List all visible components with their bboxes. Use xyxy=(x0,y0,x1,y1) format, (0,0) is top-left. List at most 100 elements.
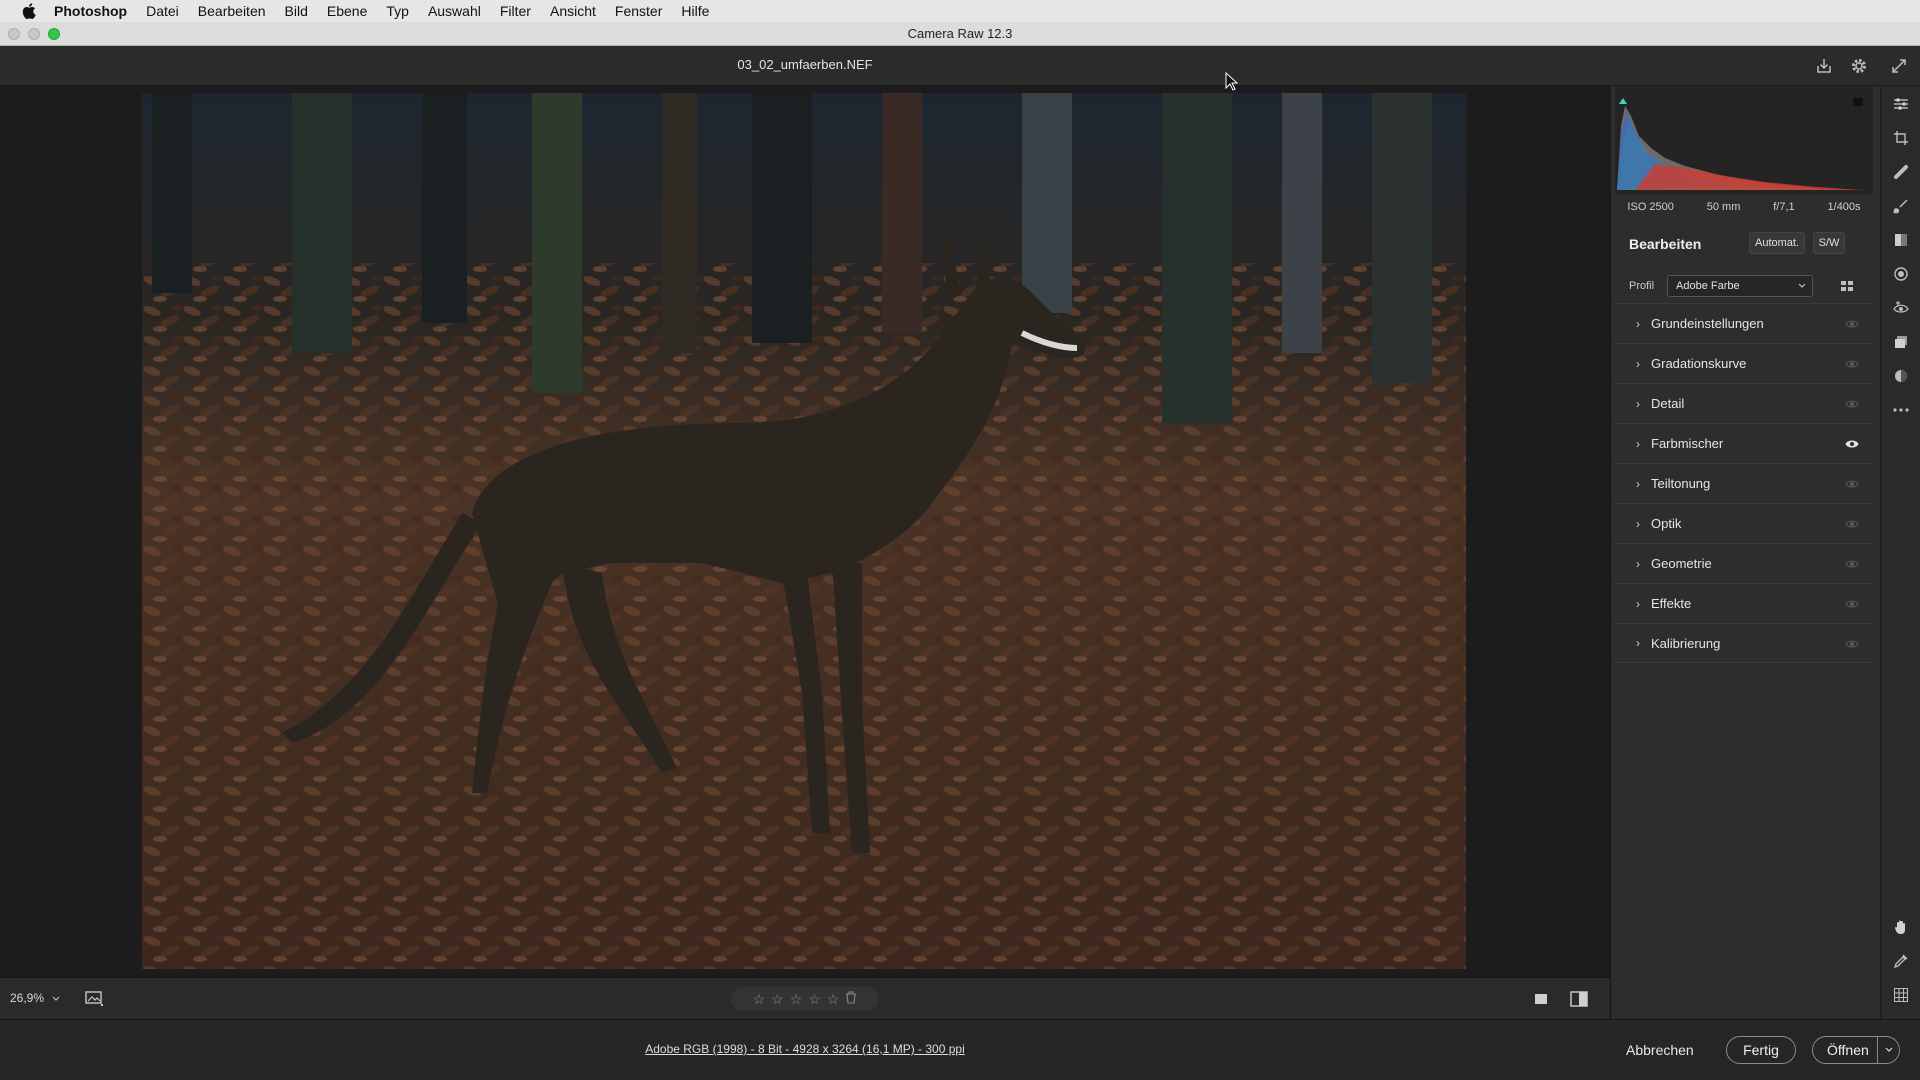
workflow-options-link[interactable]: Adobe RGB (1998) - 8 Bit - 4928 x 3264 (… xyxy=(0,1042,1610,1056)
fullscreen-window-button[interactable] xyxy=(48,28,60,40)
gear-icon[interactable] xyxy=(1848,55,1870,77)
close-window-button[interactable] xyxy=(8,28,20,40)
menu-fenster[interactable]: Fenster xyxy=(615,3,662,19)
section-label: Teiltonung xyxy=(1651,476,1711,491)
healing-icon[interactable] xyxy=(1890,161,1912,183)
section-detail[interactable]: › Detail xyxy=(1615,383,1873,423)
section-kalibrierung[interactable]: › Kalibrierung xyxy=(1615,623,1873,663)
eye-icon[interactable] xyxy=(1845,357,1859,372)
profile-label: Profil xyxy=(1629,280,1655,292)
star-icon[interactable]: ☆ xyxy=(753,991,766,1008)
mouse-cursor-icon xyxy=(1225,71,1239,97)
radial-icon[interactable] xyxy=(1890,263,1912,285)
menu-auswahl[interactable]: Auswahl xyxy=(428,3,481,19)
panel-sections: › Grundeinstellungen › Gradationskurve ›… xyxy=(1615,303,1873,663)
snapshots-icon[interactable] xyxy=(1890,331,1912,353)
viewer-toolbar: 26,9% ☆ ☆ ☆ ☆ ☆ xyxy=(0,977,1610,1019)
shadow-clipping-icon xyxy=(1619,98,1627,104)
eye-icon[interactable] xyxy=(1845,397,1859,412)
chevron-right-icon: › xyxy=(1636,316,1640,331)
chevron-down-icon xyxy=(52,991,60,1005)
chevron-down-icon[interactable] xyxy=(1877,1037,1899,1063)
auto-button[interactable]: Automat. xyxy=(1749,232,1805,254)
image-viewer[interactable] xyxy=(0,86,1610,977)
cancel-button[interactable]: Abbrechen xyxy=(1626,1042,1694,1058)
filmstrip-toggle-icon[interactable] xyxy=(84,988,106,1010)
star-icon[interactable]: ☆ xyxy=(827,991,840,1008)
eyedropper-icon[interactable] xyxy=(1890,950,1912,972)
menu-ansicht[interactable]: Ansicht xyxy=(550,3,596,19)
menu-bild[interactable]: Bild xyxy=(285,3,308,19)
open-button[interactable]: Öffnen xyxy=(1812,1036,1900,1064)
menu-app-name[interactable]: Photoshop xyxy=(54,3,127,19)
single-view-icon[interactable] xyxy=(1530,988,1552,1010)
star-icon[interactable]: ☆ xyxy=(790,991,803,1008)
eye-icon[interactable] xyxy=(1845,637,1859,652)
eye-icon[interactable] xyxy=(1845,317,1859,332)
presets-icon[interactable] xyxy=(1890,365,1912,387)
chevron-right-icon: › xyxy=(1636,636,1640,650)
gradient-icon[interactable] xyxy=(1890,229,1912,251)
profile-row: Profil Adobe Farbe xyxy=(1611,272,1877,302)
edit-panel-title: Bearbeiten xyxy=(1629,236,1702,252)
eye-icon[interactable] xyxy=(1845,517,1859,532)
brush-icon[interactable] xyxy=(1890,195,1912,217)
menu-ebene[interactable]: Ebene xyxy=(327,3,367,19)
before-after-icon[interactable] xyxy=(1568,988,1590,1010)
star-rating[interactable]: ☆ ☆ ☆ ☆ ☆ xyxy=(731,987,879,1011)
more-icon[interactable] xyxy=(1890,399,1912,421)
chevron-right-icon: › xyxy=(1636,356,1640,371)
section-teiltonung[interactable]: › Teiltonung xyxy=(1615,463,1873,503)
exif-focal-length: 50 mm xyxy=(1706,201,1741,213)
section-label: Kalibrierung xyxy=(1651,635,1721,651)
eye-icon[interactable] xyxy=(1845,597,1859,612)
menu-typ[interactable]: Typ xyxy=(386,3,409,19)
star-icon[interactable]: ☆ xyxy=(808,991,821,1008)
chevron-right-icon: › xyxy=(1636,596,1640,611)
menu-bearbeiten[interactable]: Bearbeiten xyxy=(198,3,266,19)
edit-panel: ISO 2500 50 mm f/7,1 1/400s Bearbeiten A… xyxy=(1610,86,1880,1019)
trash-icon[interactable] xyxy=(845,991,857,1007)
section-label: Farbmischer xyxy=(1651,436,1724,451)
minimize-window-button[interactable] xyxy=(28,28,40,40)
grid-icon[interactable] xyxy=(1890,984,1912,1006)
chevron-right-icon: › xyxy=(1636,436,1640,451)
highlight-clipping-icon xyxy=(1853,98,1863,106)
menu-filter[interactable]: Filter xyxy=(500,3,531,19)
chevron-right-icon: › xyxy=(1636,396,1640,411)
section-grundeinstellungen[interactable]: › Grundeinstellungen xyxy=(1615,303,1873,343)
bw-button[interactable]: S/W xyxy=(1813,232,1845,254)
crop-icon[interactable] xyxy=(1890,127,1912,149)
section-geometrie[interactable]: › Geometrie xyxy=(1615,543,1873,583)
section-effekte[interactable]: › Effekte xyxy=(1615,583,1873,623)
eye-icon[interactable] xyxy=(1845,557,1859,572)
exif-shutter: 1/400s xyxy=(1827,201,1861,213)
eye-icon[interactable] xyxy=(1845,437,1859,452)
section-label: Effekte xyxy=(1651,596,1692,611)
exif-info: ISO 2500 50 mm f/7,1 1/400s xyxy=(1611,196,1877,218)
apple-icon[interactable] xyxy=(20,3,38,19)
section-label: Grundeinstellungen xyxy=(1651,316,1764,331)
eye-icon[interactable] xyxy=(1845,477,1859,492)
fullscreen-icon[interactable] xyxy=(1888,55,1910,77)
exif-aperture: f/7,1 xyxy=(1773,201,1795,213)
zoom-level-dropdown[interactable]: 26,9% xyxy=(10,991,60,1005)
profile-value: Adobe Farbe xyxy=(1676,280,1740,292)
section-optik[interactable]: › Optik xyxy=(1615,503,1873,543)
section-farbmischer[interactable]: › Farbmischer xyxy=(1615,423,1873,463)
star-icon[interactable]: ☆ xyxy=(771,991,784,1008)
menu-hilfe[interactable]: Hilfe xyxy=(681,3,709,19)
menu-datei[interactable]: Datei xyxy=(146,3,179,19)
section-gradationskurve[interactable]: › Gradationskurve xyxy=(1615,343,1873,383)
redeye-icon[interactable] xyxy=(1890,297,1912,319)
photo-preview[interactable] xyxy=(142,93,1466,969)
profile-browser-icon[interactable] xyxy=(1839,278,1855,297)
chevron-right-icon: › xyxy=(1636,556,1640,571)
open-button-label: Öffnen xyxy=(1827,1042,1869,1058)
edit-sliders-icon[interactable] xyxy=(1890,93,1912,115)
hand-icon[interactable] xyxy=(1890,916,1912,938)
profile-select[interactable]: Adobe Farbe xyxy=(1667,275,1813,297)
save-image-icon[interactable] xyxy=(1813,55,1835,77)
exif-iso: ISO 2500 xyxy=(1627,201,1674,213)
done-button[interactable]: Fertig xyxy=(1726,1036,1796,1064)
